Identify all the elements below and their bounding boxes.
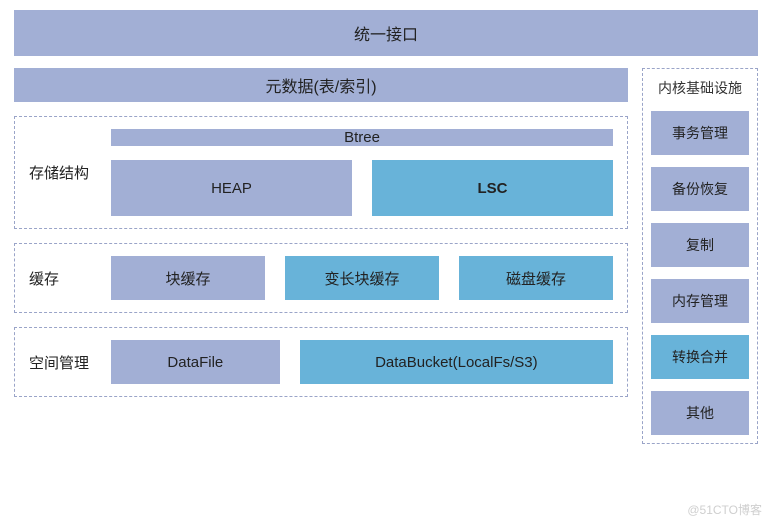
storage-group: 存储结构 Btree HEAP LSC — [14, 116, 628, 229]
space-group: 空间管理 DataFile DataBucket(LocalFs/S3) — [14, 327, 628, 397]
infra-item-replica: 复制 — [651, 223, 749, 267]
block-cache-block: 块缓存 — [111, 256, 265, 300]
metadata-label: 元数据(表/索引) — [265, 73, 376, 97]
metadata-bar: 元数据(表/索引) — [14, 68, 628, 102]
var-block-cache-block: 变长块缓存 — [285, 256, 439, 300]
unified-interface-label: 统一接口 — [354, 21, 418, 45]
watermark-text: @51CTO博客 — [687, 501, 762, 518]
infra-item-tx: 事务管理 — [651, 111, 749, 155]
heap-block: HEAP — [111, 160, 352, 216]
lsc-block: LSC — [372, 160, 613, 216]
var-block-cache-label: 变长块缓存 — [324, 268, 399, 289]
infra-panel: 内核基础设施 事务管理 备份恢复 复制 内存管理 转换合并 其他 — [642, 68, 758, 444]
block-cache-label: 块缓存 — [165, 268, 210, 289]
infra-item-label: 事务管理 — [672, 123, 728, 143]
infra-item-label: 转换合并 — [672, 347, 728, 367]
databucket-label: DataBucket(LocalFs/S3) — [375, 354, 538, 371]
left-column: 元数据(表/索引) 存储结构 Btree HEAP LSC — [14, 68, 628, 444]
lsc-label: LSC — [478, 180, 508, 197]
datafile-label: DataFile — [167, 354, 223, 371]
cache-group-label: 缓存 — [29, 268, 93, 289]
btree-label: Btree — [344, 129, 380, 146]
infra-item-label: 其他 — [686, 403, 714, 423]
heap-label: HEAP — [211, 180, 252, 197]
infra-item-mem: 内存管理 — [651, 279, 749, 323]
btree-block: Btree — [111, 129, 613, 146]
storage-group-label: 存储结构 — [29, 162, 93, 183]
infra-item-label: 复制 — [686, 235, 714, 255]
infra-item-other: 其他 — [651, 391, 749, 435]
databucket-block: DataBucket(LocalFs/S3) — [300, 340, 613, 384]
cache-group: 缓存 块缓存 变长块缓存 磁盘缓存 — [14, 243, 628, 313]
infra-item-label: 备份恢复 — [672, 179, 728, 199]
disk-cache-block: 磁盘缓存 — [459, 256, 613, 300]
unified-interface-bar: 统一接口 — [14, 10, 758, 56]
datafile-block: DataFile — [111, 340, 280, 384]
infra-item-label: 内存管理 — [672, 291, 728, 311]
infra-item-backup: 备份恢复 — [651, 167, 749, 211]
infra-title: 内核基础设施 — [651, 77, 749, 99]
infra-item-merge: 转换合并 — [651, 335, 749, 379]
space-group-label: 空间管理 — [29, 352, 93, 373]
disk-cache-label: 磁盘缓存 — [506, 268, 566, 289]
